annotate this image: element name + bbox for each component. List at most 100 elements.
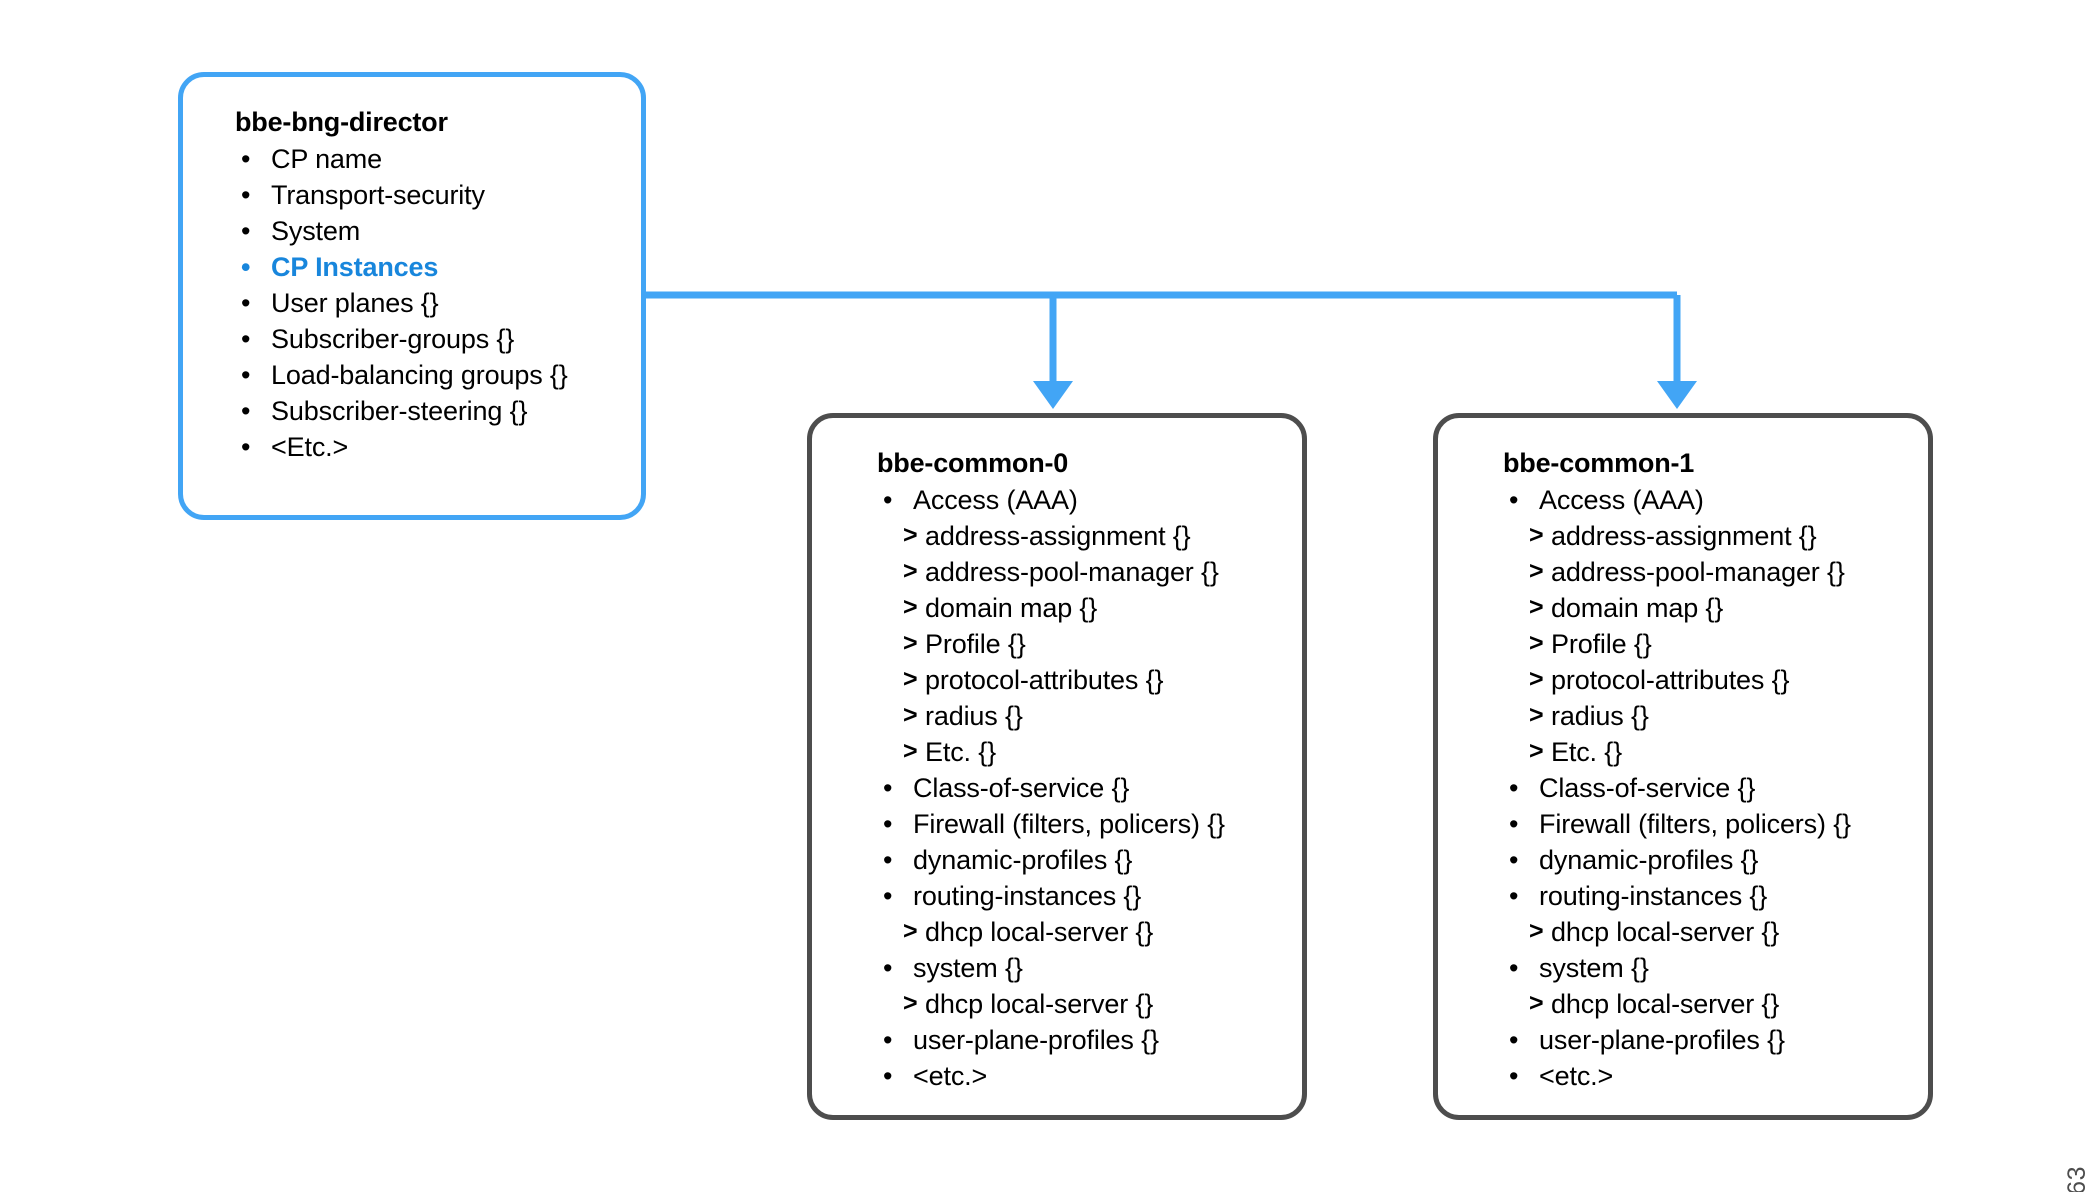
list-item[interactable]: • Subscriber-groups {} bbox=[235, 326, 641, 353]
sub-list-item-label: protocol-attributes {} bbox=[1551, 665, 1790, 696]
diagram-canvas: bbe-bng-director • CP name • Transport-s… bbox=[0, 0, 2100, 1192]
sub-list-item[interactable]: > dhcp local-server {} bbox=[877, 989, 1302, 1020]
sub-list-item-label: address-assignment {} bbox=[1551, 521, 1817, 552]
connector-arrowhead-right bbox=[1657, 381, 1697, 409]
sub-list-item-label: protocol-attributes {} bbox=[925, 665, 1164, 696]
node-bbe-bng-director[interactable]: bbe-bng-director • CP name • Transport-s… bbox=[178, 72, 646, 520]
list-item-label: dynamic-profiles {} bbox=[1539, 845, 1759, 876]
chevron-right-icon: > bbox=[1529, 629, 1544, 658]
list-item-label: <Etc.> bbox=[271, 432, 349, 463]
sub-list-item[interactable]: > dhcp local-server {} bbox=[877, 917, 1302, 948]
sub-list-item-label: radius {} bbox=[1551, 701, 1649, 732]
node-body: bbe-common-0 • Access (AAA) > address-as… bbox=[812, 418, 1302, 1090]
sub-list-item-label: dhcp local-server {} bbox=[1551, 917, 1780, 948]
bullet-icon: • bbox=[241, 180, 251, 211]
chevron-right-icon: > bbox=[1529, 737, 1544, 766]
list-item-label: Transport-security bbox=[271, 180, 485, 211]
list-item[interactable]: • Access (AAA) bbox=[1503, 487, 1928, 514]
sub-list-item[interactable]: > Etc. {} bbox=[877, 738, 1302, 766]
list-item[interactable]: • system {} bbox=[877, 955, 1302, 982]
sub-list-item[interactable]: > domain map {} bbox=[1503, 593, 1928, 622]
list-item[interactable]: • routing-instances {} bbox=[877, 883, 1302, 910]
bullet-icon: • bbox=[241, 288, 251, 319]
node-title: bbe-common-1 bbox=[1503, 448, 1695, 478]
sub-list-item[interactable]: > domain map {} bbox=[877, 593, 1302, 624]
list-item-label: Load-balancing groups {} bbox=[271, 360, 568, 391]
list-item[interactable]: • routing-instances {} bbox=[1503, 883, 1928, 910]
list-item-label: routing-instances {} bbox=[913, 881, 1142, 912]
list-item-label: user-plane-profiles {} bbox=[913, 1025, 1159, 1056]
list-item-label: system {} bbox=[913, 953, 1023, 984]
bullet-icon: • bbox=[241, 324, 251, 355]
chevron-right-icon: > bbox=[903, 665, 918, 694]
bullet-icon: • bbox=[241, 144, 251, 175]
bullet-icon: • bbox=[883, 809, 893, 840]
sub-list-item-label: domain map {} bbox=[925, 593, 1098, 624]
sub-list-item[interactable]: > address-pool-manager {} bbox=[877, 557, 1302, 586]
node-item-list: • Access (AAA) > address-assignment {} >… bbox=[1503, 487, 1928, 1090]
list-item[interactable]: • Firewall (filters, policers) {} bbox=[877, 811, 1302, 838]
list-item[interactable]: • Firewall (filters, policers) {} bbox=[1503, 811, 1928, 838]
list-item[interactable]: • <etc.> bbox=[1503, 1063, 1928, 1090]
bullet-icon: • bbox=[883, 1025, 893, 1056]
sub-list-item[interactable]: > dhcp local-server {} bbox=[1503, 917, 1928, 948]
list-item[interactable]: • Transport-security bbox=[235, 182, 641, 209]
sub-list-item[interactable]: > address-assignment {} bbox=[877, 521, 1302, 552]
list-item[interactable]: • <Etc.> bbox=[235, 434, 641, 461]
sub-list-item-label: dhcp local-server {} bbox=[925, 989, 1154, 1020]
list-item[interactable]: • User planes {} bbox=[235, 290, 641, 317]
bullet-icon: • bbox=[1509, 881, 1519, 912]
list-item[interactable]: • system {} bbox=[1503, 955, 1928, 982]
sub-list-item[interactable]: > address-pool-manager {} bbox=[1503, 557, 1928, 588]
bullet-icon: • bbox=[241, 432, 251, 463]
sub-list-item-label: Etc. {} bbox=[1551, 737, 1622, 768]
sub-list-item[interactable]: > protocol-attributes {} bbox=[877, 665, 1302, 696]
list-item[interactable]: • dynamic-profiles {} bbox=[877, 847, 1302, 874]
list-item[interactable]: • Class-of-service {} bbox=[877, 775, 1302, 802]
sub-list-item[interactable]: > Profile {} bbox=[877, 630, 1302, 658]
list-item-label: System bbox=[271, 216, 361, 247]
sub-list-item[interactable]: > protocol-attributes {} bbox=[1503, 665, 1928, 696]
node-bbe-common-1[interactable]: bbe-common-1 • Access (AAA) > address-as… bbox=[1433, 413, 1933, 1120]
bullet-icon: • bbox=[883, 1061, 893, 1092]
chevron-right-icon: > bbox=[903, 557, 918, 586]
bullet-icon: • bbox=[241, 360, 251, 391]
sub-list-item-label: address-assignment {} bbox=[925, 521, 1191, 552]
list-item-label: Access (AAA) bbox=[1539, 485, 1704, 516]
node-bbe-common-0[interactable]: bbe-common-0 • Access (AAA) > address-as… bbox=[807, 413, 1307, 1120]
sub-list-item[interactable]: > radius {} bbox=[1503, 701, 1928, 732]
chevron-right-icon: > bbox=[1529, 593, 1544, 622]
bullet-icon: • bbox=[1509, 809, 1519, 840]
list-item[interactable]: • System bbox=[235, 218, 641, 245]
list-item[interactable]: • CP name bbox=[235, 146, 641, 173]
list-item-label: routing-instances {} bbox=[1539, 881, 1768, 912]
list-item[interactable]: • <etc.> bbox=[877, 1063, 1302, 1090]
list-item[interactable]: • Subscriber-steering {} bbox=[235, 398, 641, 425]
chevron-right-icon: > bbox=[1529, 557, 1544, 586]
sub-list-item[interactable]: > dhcp local-server {} bbox=[1503, 990, 1928, 1018]
list-item[interactable]: • dynamic-profiles {} bbox=[1503, 847, 1928, 874]
sub-list-item[interactable]: > Profile {} bbox=[1503, 629, 1928, 660]
bullet-icon: • bbox=[883, 485, 893, 516]
sub-list-item-label: Profile {} bbox=[1551, 629, 1652, 660]
sub-list-item-label: dhcp local-server {} bbox=[925, 917, 1154, 948]
list-item[interactable]: • Load-balancing groups {} bbox=[235, 362, 641, 389]
list-item-cp-instances[interactable]: • CP Instances bbox=[235, 254, 641, 281]
node-title: bbe-common-0 bbox=[877, 448, 1069, 478]
list-item[interactable]: • Access (AAA) bbox=[877, 487, 1302, 514]
chevron-right-icon: > bbox=[903, 521, 918, 550]
node-item-list: • Access (AAA) > address-assignment {} >… bbox=[877, 487, 1302, 1090]
list-item[interactable]: • Class-of-service {} bbox=[1503, 775, 1928, 802]
sub-list-item[interactable]: > Etc. {} bbox=[1503, 737, 1928, 768]
sub-list-item-label: radius {} bbox=[925, 701, 1023, 732]
list-item[interactable]: • user-plane-profiles {} bbox=[877, 1027, 1302, 1054]
list-item[interactable]: • user-plane-profiles {} bbox=[1503, 1027, 1928, 1054]
sub-list-item-label: address-pool-manager {} bbox=[1551, 557, 1845, 588]
list-item-label: <etc.> bbox=[913, 1061, 988, 1092]
node-body: bbe-bng-director • CP name • Transport-s… bbox=[183, 77, 641, 461]
sub-list-item[interactable]: > address-assignment {} bbox=[1503, 521, 1928, 552]
chevron-right-icon: > bbox=[1529, 917, 1544, 946]
list-item-label: Subscriber-steering {} bbox=[271, 396, 528, 427]
sub-list-item[interactable]: > radius {} bbox=[877, 701, 1302, 732]
list-item-label: Class-of-service {} bbox=[1539, 773, 1756, 804]
